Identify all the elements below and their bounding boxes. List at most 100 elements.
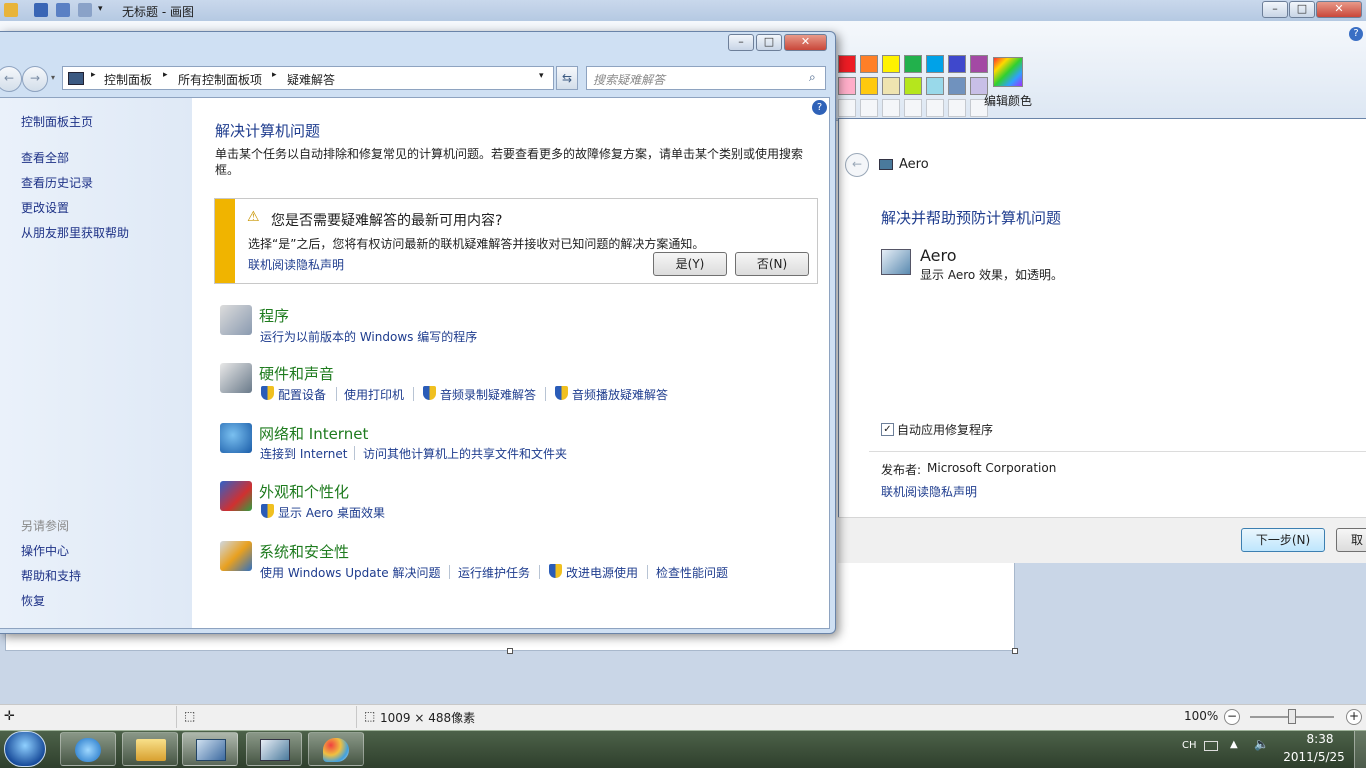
link-run-old-programs[interactable]: 运行为以前版本的 Windows 编写的程序 xyxy=(260,328,477,345)
no-button[interactable]: 否(N) xyxy=(735,252,809,276)
color-swatch[interactable] xyxy=(838,77,856,95)
keyboard-icon[interactable] xyxy=(1204,741,1218,751)
category-appearance[interactable]: 外观和个性化 xyxy=(259,481,349,502)
cp-close-button[interactable]: ✕ xyxy=(784,34,827,51)
color-swatch[interactable] xyxy=(860,77,878,95)
breadcrumb-troubleshooting[interactable]: 疑难解答 xyxy=(287,71,335,88)
color-swatch[interactable] xyxy=(838,99,856,117)
nav-change-settings[interactable]: 更改设置 xyxy=(21,199,69,216)
color-swatch[interactable] xyxy=(948,55,966,73)
zoom-slider-thumb[interactable] xyxy=(1288,709,1296,724)
color-swatch[interactable] xyxy=(926,77,944,95)
start-button[interactable] xyxy=(4,731,46,767)
banner-privacy-link[interactable]: 联机阅读隐私声明 xyxy=(248,256,344,273)
breadcrumb-all-items[interactable]: 所有控制面板项 xyxy=(178,71,262,88)
edit-colors-label[interactable]: 编辑颜色 xyxy=(984,92,1032,109)
nav-view-history[interactable]: 查看历史记录 xyxy=(21,174,93,191)
edit-colors-icon[interactable] xyxy=(993,57,1023,87)
link-audio-recording[interactable]: 音频录制疑难解答 xyxy=(440,386,536,403)
category-programs[interactable]: 程序 xyxy=(259,305,289,326)
color-swatch[interactable] xyxy=(926,99,944,117)
address-dropdown-icon[interactable]: ▾ xyxy=(539,71,544,81)
search-box[interactable]: 搜索疑难解答 ⌕ xyxy=(586,66,826,90)
back-button[interactable]: ← xyxy=(0,66,22,92)
undo-icon[interactable] xyxy=(56,3,70,17)
color-swatch[interactable] xyxy=(860,99,878,117)
volume-icon[interactable]: 🔈 xyxy=(1254,737,1269,751)
zoom-in-button[interactable]: + xyxy=(1346,709,1362,725)
link-audio-playback[interactable]: 音频播放疑难解答 xyxy=(572,386,668,403)
cp-minimize-button[interactable]: – xyxy=(728,34,754,51)
close-button[interactable]: ✕ xyxy=(1316,1,1362,18)
nav-control-panel-home[interactable]: 控制面板主页 xyxy=(21,113,93,130)
link-performance[interactable]: 检查性能问题 xyxy=(656,564,728,581)
see-also-recovery[interactable]: 恢复 xyxy=(21,592,45,609)
color-swatch[interactable] xyxy=(904,77,922,95)
link-connect-internet[interactable]: 连接到 Internet xyxy=(260,445,347,462)
taskbar-control-panel[interactable] xyxy=(182,732,238,766)
paint-app-icon[interactable] xyxy=(4,3,18,17)
color-swatch[interactable] xyxy=(860,55,878,73)
next-button[interactable]: 下一步(N) xyxy=(1241,528,1325,552)
link-use-printer[interactable]: 使用打印机 xyxy=(344,386,404,403)
network-internet-icon[interactable] xyxy=(220,423,252,453)
breadcrumb-arrow-icon[interactable]: ▸ xyxy=(272,70,277,80)
help-icon[interactable]: ? xyxy=(1349,27,1363,41)
clock-date[interactable]: 2011/5/25 xyxy=(1282,750,1346,764)
minimize-button[interactable]: – xyxy=(1262,1,1288,18)
link-access-shared-files[interactable]: 访问其他计算机上的共享文件和文件夹 xyxy=(363,445,567,462)
color-swatch[interactable] xyxy=(838,55,856,73)
color-swatch[interactable] xyxy=(970,55,988,73)
link-maintenance[interactable]: 运行维护任务 xyxy=(458,564,530,581)
category-network-internet[interactable]: 网络和 Internet xyxy=(259,423,368,444)
taskbar-paint[interactable] xyxy=(308,732,364,766)
aero-privacy-link[interactable]: 联机阅读隐私声明 xyxy=(881,483,977,500)
nav-get-help-from-friend[interactable]: 从朋友那里获取帮助 xyxy=(21,224,129,241)
canvas-resize-handle-bottom[interactable] xyxy=(507,648,513,654)
refresh-icon[interactable]: ⇆ xyxy=(556,66,578,90)
color-swatch[interactable] xyxy=(882,55,900,73)
color-swatch[interactable] xyxy=(882,99,900,117)
back-arrow-icon[interactable]: ← xyxy=(845,153,869,177)
see-also-help-support[interactable]: 帮助和支持 xyxy=(21,567,81,584)
color-swatch[interactable] xyxy=(948,99,966,117)
cancel-button[interactable]: 取 xyxy=(1336,528,1366,552)
taskbar-troubleshooter[interactable] xyxy=(246,732,302,766)
link-power-usage[interactable]: 改进电源使用 xyxy=(566,564,638,581)
cp-help-icon[interactable]: ? xyxy=(812,100,827,115)
color-swatch[interactable] xyxy=(926,55,944,73)
appearance-icon[interactable] xyxy=(220,481,252,511)
input-method-indicator[interactable]: CH xyxy=(1182,740,1197,751)
hardware-sound-icon[interactable] xyxy=(220,363,252,393)
color-swatch[interactable] xyxy=(948,77,966,95)
yes-button[interactable]: 是(Y) xyxy=(653,252,727,276)
link-configure-device[interactable]: 配置设备 xyxy=(278,386,326,403)
color-swatch[interactable] xyxy=(882,77,900,95)
color-swatch[interactable] xyxy=(904,99,922,117)
auto-repair-checkbox[interactable]: ✓ xyxy=(881,423,894,436)
breadcrumb-arrow-icon[interactable]: ▸ xyxy=(91,70,96,80)
breadcrumb-control-panel[interactable]: 控制面板 xyxy=(104,71,152,88)
cp-maximize-button[interactable]: □ xyxy=(756,34,782,51)
show-desktop-button[interactable] xyxy=(1354,731,1366,768)
see-also-action-center[interactable]: 操作中心 xyxy=(21,542,69,559)
search-icon[interactable]: ⌕ xyxy=(809,70,816,85)
clock-time[interactable]: 8:38 xyxy=(1298,732,1342,746)
taskbar-internet-explorer[interactable] xyxy=(60,732,116,766)
redo-icon[interactable] xyxy=(78,3,92,17)
color-swatch[interactable] xyxy=(904,55,922,73)
address-bar[interactable]: ▸ 控制面板 ▸ 所有控制面板项 ▸ 疑难解答 ▾ xyxy=(62,66,554,90)
link-windows-update[interactable]: 使用 Windows Update 解决问题 xyxy=(260,564,440,581)
canvas-resize-handle[interactable] xyxy=(1012,648,1018,654)
link-show-aero[interactable]: 显示 Aero 桌面效果 xyxy=(278,504,385,521)
quick-access-dropdown-icon[interactable]: ▾ xyxy=(98,4,103,14)
category-system-security[interactable]: 系统和安全性 xyxy=(259,541,349,562)
zoom-out-button[interactable]: − xyxy=(1224,709,1240,725)
system-security-icon[interactable] xyxy=(220,541,252,571)
forward-button[interactable]: → xyxy=(22,66,48,92)
auto-repair-label[interactable]: 自动应用修复程序 xyxy=(897,421,993,438)
programs-icon[interactable] xyxy=(220,305,252,335)
save-icon[interactable] xyxy=(34,3,48,17)
category-hardware-sound[interactable]: 硬件和声音 xyxy=(259,363,334,384)
show-hidden-icons-icon[interactable]: ▲ xyxy=(1230,739,1238,750)
